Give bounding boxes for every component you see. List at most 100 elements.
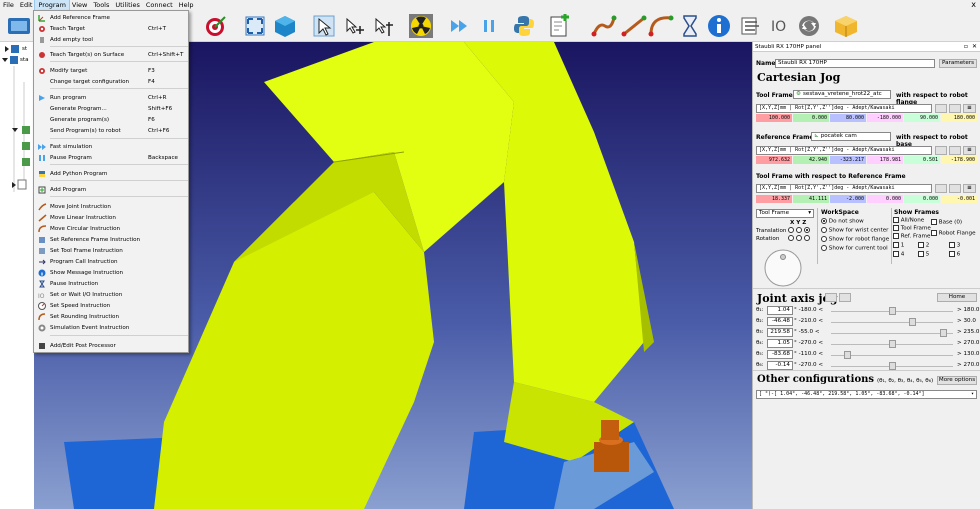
- io-icon[interactable]: IO: [768, 13, 794, 39]
- menu-pause-instruction[interactable]: Pause Instruction: [34, 278, 188, 289]
- tool-z[interactable]: 80.000: [830, 114, 866, 122]
- translation-z-radio[interactable]: [804, 227, 810, 234]
- tool-y[interactable]: 0.000: [793, 114, 829, 122]
- menu-fast-simulation[interactable]: Fast simulation: [34, 141, 188, 152]
- menu-connect[interactable]: Connect: [143, 0, 176, 10]
- menu-program-call[interactable]: Program Call Instruction: [34, 256, 188, 267]
- ref-rz[interactable]: 178.981: [867, 156, 903, 164]
- joint-slider-thumb[interactable]: [939, 329, 947, 337]
- rotation-x-radio[interactable]: [788, 235, 794, 242]
- menu-set-rounding[interactable]: Set Rounding Instruction: [34, 311, 188, 322]
- copy-joints-button[interactable]: [825, 293, 837, 302]
- menu-tool-icon[interactable]: ≡: [963, 104, 976, 113]
- pause-icon[interactable]: [476, 13, 502, 39]
- menu-send-program[interactable]: Send Program(s) to robot Ctrl+F6: [34, 125, 188, 136]
- configuration-select[interactable]: [ °)-[ 1.04°, -46.48°, 219.58°, 1.05°, -…: [756, 390, 977, 399]
- joint-value-field[interactable]: 219.58: [767, 328, 793, 337]
- toolref-x[interactable]: 18.337: [756, 195, 792, 203]
- menu-simulation-event[interactable]: Simulation Event Instruction: [34, 322, 188, 333]
- ws-do-not-show[interactable]: Do not show: [821, 218, 864, 225]
- move-reference-icon[interactable]: [341, 13, 367, 39]
- set-tool-icon[interactable]: [738, 13, 764, 39]
- menu-change-configuration[interactable]: Change target configuration F4: [34, 76, 188, 87]
- rotation-y-radio[interactable]: [796, 235, 802, 242]
- joint-value-field[interactable]: 1.05: [767, 339, 793, 348]
- paste-ref-button[interactable]: [949, 146, 961, 155]
- parameters-button[interactable]: Parameters: [939, 59, 977, 68]
- menu-teach-on-surface[interactable]: Teach Target(s) on Surface Ctrl+Shift+T: [34, 49, 188, 60]
- jog-frame-select[interactable]: Tool Frame ▾: [756, 209, 814, 218]
- frames-1[interactable]: 1: [893, 242, 904, 249]
- ref-rz2[interactable]: -178.900: [941, 156, 977, 164]
- frames-tool[interactable]: Tool Frame: [893, 225, 931, 232]
- menu-ref-icon[interactable]: ≡: [963, 146, 976, 155]
- frames-5[interactable]: 5: [918, 251, 929, 258]
- frames-ref[interactable]: Ref. Frame: [893, 233, 930, 240]
- joint-slider[interactable]: [831, 322, 953, 323]
- menu-add-program[interactable]: Add Program: [34, 184, 188, 195]
- menu-modify-target[interactable]: Modify target F3: [34, 65, 188, 76]
- format-select-ref[interactable]: [X,Y,Z]mm | Rot[Z,Y',Z'']deg - Adept/Kaw…: [756, 146, 932, 155]
- frames-all-none[interactable]: All/None: [893, 217, 924, 224]
- tool-rz2[interactable]: 180.000: [941, 114, 977, 122]
- menu-set-speed[interactable]: Set Speed Instruction: [34, 300, 188, 311]
- tool-rz[interactable]: -180.000: [867, 114, 903, 122]
- frames-2[interactable]: 2: [918, 242, 929, 249]
- joint-value-field[interactable]: -0.14: [767, 361, 793, 370]
- panel-float-icon[interactable]: ▫: [964, 43, 968, 50]
- menu-add-reference-frame[interactable]: Add Reference Frame: [34, 12, 188, 23]
- menu-post-processor[interactable]: Add/Edit Post Processor: [34, 340, 188, 351]
- rotation-z-radio[interactable]: [804, 235, 810, 242]
- format-select-tool[interactable]: [X,Y,Z]mm | Rot[Z,Y',Z'']deg - Adept/Kaw…: [756, 104, 932, 113]
- ws-robot-flange[interactable]: Show for robot flange: [821, 236, 889, 243]
- ref-y[interactable]: 42.940: [793, 156, 829, 164]
- paste-toolref-button[interactable]: [949, 184, 961, 193]
- robodk-logo-icon[interactable]: [6, 13, 32, 39]
- package-icon[interactable]: [833, 13, 859, 39]
- menu-view[interactable]: View: [69, 0, 90, 10]
- refresh-icon[interactable]: [796, 13, 822, 39]
- ref-x[interactable]: 972.632: [756, 156, 792, 164]
- box-view-icon[interactable]: [272, 13, 298, 39]
- frames-base[interactable]: Base (0): [931, 219, 962, 226]
- menu-show-message[interactable]: Show Message Instruction: [34, 267, 188, 278]
- joint-slider-thumb[interactable]: [888, 307, 896, 315]
- reference-frame-select[interactable]: ⊾ pocatek cam: [811, 132, 891, 141]
- target-icon[interactable]: [202, 13, 228, 39]
- panel-close-icon[interactable]: ✕: [972, 43, 977, 50]
- add-program-icon[interactable]: [546, 13, 572, 39]
- menu-utilities[interactable]: Utilities: [112, 0, 142, 10]
- menu-move-joint[interactable]: Move Joint Instruction: [34, 201, 188, 212]
- format-select-toolref[interactable]: [X,Y,Z]mm | Rot[Z,Y',Z'']deg - Adept/Kaw…: [756, 184, 932, 193]
- tree-item-robot[interactable]: sta: [20, 57, 29, 63]
- joint-slider-thumb[interactable]: [909, 318, 917, 326]
- toolref-z[interactable]: -2.000: [830, 195, 866, 203]
- menu-help[interactable]: Help: [176, 0, 197, 10]
- joint-value-field[interactable]: -46.48: [767, 317, 793, 326]
- menu-teach-target[interactable]: Teach Target Ctrl+T: [34, 23, 188, 34]
- fit-all-icon[interactable]: [242, 13, 268, 39]
- jog-dial[interactable]: [763, 248, 803, 288]
- menu-toolref-icon[interactable]: ≡: [963, 184, 976, 193]
- collision-icon[interactable]: [408, 13, 434, 39]
- menu-add-empty-tool[interactable]: Add empty tool: [34, 34, 188, 45]
- copy-ref-button[interactable]: [935, 146, 947, 155]
- ref-ry[interactable]: 0.501: [904, 156, 940, 164]
- translation-x-radio[interactable]: [788, 227, 794, 234]
- frames-4[interactable]: 4: [893, 251, 904, 258]
- menu-move-linear[interactable]: Move Linear Instruction: [34, 212, 188, 223]
- joint-slider[interactable]: [831, 333, 953, 334]
- select-icon[interactable]: [311, 13, 337, 39]
- frames-robot-flange[interactable]: Robot Flange: [931, 230, 976, 237]
- tool-frame-select[interactable]: ⚙ sestava_vretene_hrot22_atc: [793, 90, 891, 99]
- copy-toolref-button[interactable]: [935, 184, 947, 193]
- joint-value-field[interactable]: 1.04: [767, 306, 793, 315]
- move-circular-icon[interactable]: [648, 13, 674, 39]
- menu-generate-programs[interactable]: Generate program(s) F6: [34, 114, 188, 125]
- ws-current-tool[interactable]: Show for current tool: [821, 245, 888, 252]
- frames-3[interactable]: 3: [949, 242, 960, 249]
- move-linear-icon[interactable]: [621, 13, 647, 39]
- tree-item-station[interactable]: st: [22, 46, 27, 52]
- toolref-rz[interactable]: 0.000: [867, 195, 903, 203]
- menu-set-wait-io[interactable]: IO Set or Wait I/O Instruction: [34, 289, 188, 300]
